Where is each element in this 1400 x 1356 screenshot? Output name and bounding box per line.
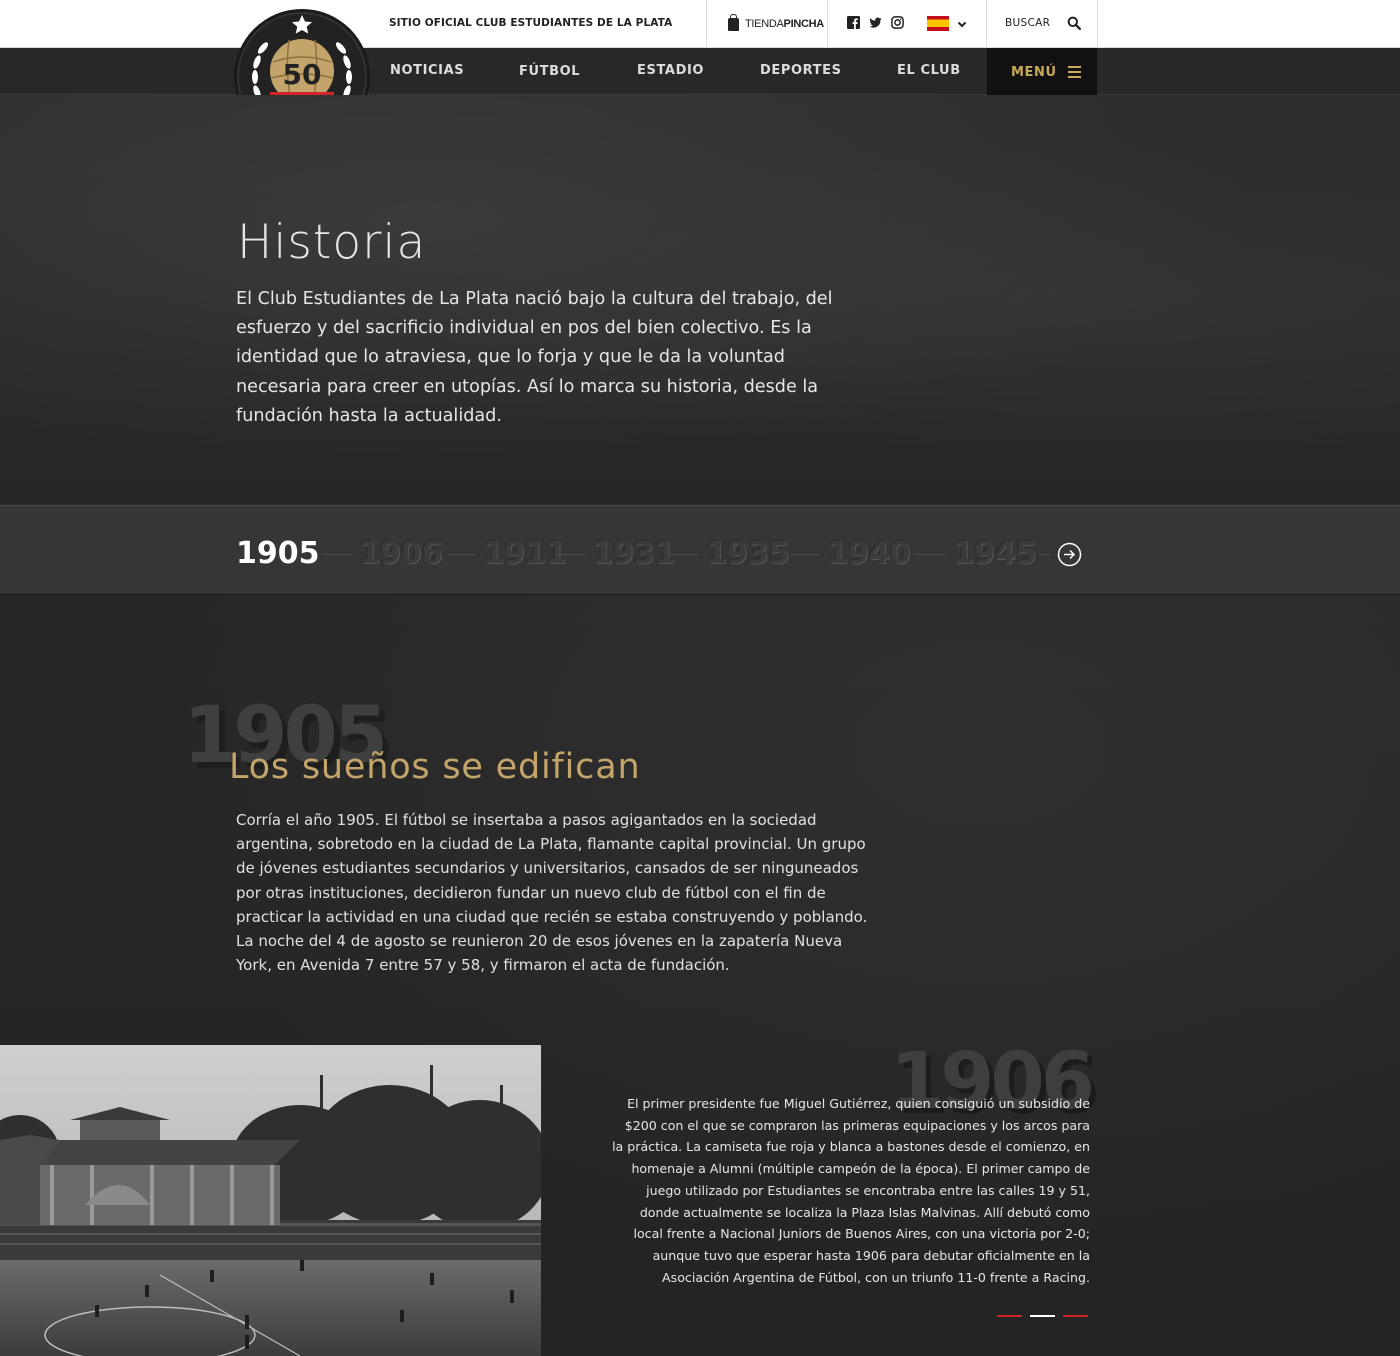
hero-lead: El Club Estudiantes de La Plata nació ba… bbox=[236, 289, 833, 426]
stadium-photo-image bbox=[0, 1045, 541, 1356]
hamburger-icon bbox=[1068, 66, 1081, 78]
divider bbox=[1097, 0, 1098, 48]
timeline-connector bbox=[555, 554, 585, 555]
store-link[interactable]: TIENDAPINCHA bbox=[728, 13, 825, 33]
twitter-icon[interactable] bbox=[869, 16, 882, 29]
divider bbox=[706, 0, 707, 48]
top-bar: SITIO OFICIAL CLUB ESTUDIANTES DE LA PLA… bbox=[0, 0, 1400, 48]
menu-button[interactable]: MENÚ bbox=[987, 48, 1097, 95]
page-title: Historia bbox=[237, 215, 427, 270]
logo-number: 50 bbox=[283, 58, 322, 91]
slider-dot[interactable] bbox=[997, 1315, 1022, 1317]
nav-item-estadio[interactable]: ESTADIO bbox=[637, 63, 704, 78]
section-title: Los sueños se edifican bbox=[229, 747, 641, 787]
hero-section: Historia El Club Estudiantes de La Plata… bbox=[0, 95, 1400, 505]
nav-item-el-club[interactable]: EL CLUB bbox=[897, 63, 961, 78]
site-tagline: SITIO OFICIAL CLUB ESTUDIANTES DE LA PLA… bbox=[389, 17, 673, 29]
search-label[interactable]: BUSCAR bbox=[1005, 17, 1050, 29]
main-nav: NOTICIAS FÚTBOL ESTADIO DEPORTES EL CLUB… bbox=[0, 48, 1400, 95]
nav-item-noticias[interactable]: NOTICIAS bbox=[390, 63, 464, 78]
slider-pagination bbox=[997, 1315, 1088, 1317]
arrow-right-circle-icon[interactable] bbox=[1057, 542, 1082, 567]
timeline-year-1945[interactable]: 1945 bbox=[953, 536, 1037, 571]
shopping-bag-icon bbox=[728, 13, 739, 31]
spain-flag-icon bbox=[927, 16, 949, 31]
nav-item-futbol[interactable]: FÚTBOL bbox=[519, 64, 580, 79]
year-timeline: 1905 1906 1911 1931 1935 1940 1945 bbox=[0, 505, 1400, 595]
divider bbox=[986, 0, 987, 48]
slider-dot-active[interactable] bbox=[1030, 1315, 1055, 1317]
timeline-connector bbox=[448, 554, 476, 555]
timeline-connector bbox=[915, 554, 946, 555]
social-links bbox=[847, 16, 904, 29]
menu-label: MENÚ bbox=[1011, 65, 1057, 80]
historic-stadium-photo bbox=[0, 1045, 541, 1356]
store-label-light: TIENDA bbox=[745, 18, 784, 30]
timeline-year-1940[interactable]: 1940 bbox=[827, 536, 911, 571]
divider bbox=[827, 0, 828, 48]
timeline-connector bbox=[670, 554, 699, 555]
timeline-connector bbox=[1039, 554, 1051, 555]
timeline-connector bbox=[322, 554, 352, 555]
timeline-year-1905[interactable]: 1905 bbox=[236, 536, 320, 571]
store-label-bold: PINCHA bbox=[783, 18, 825, 30]
facebook-icon[interactable] bbox=[847, 16, 860, 29]
chevron-down-icon bbox=[957, 21, 967, 27]
timeline-year-1935[interactable]: 1935 bbox=[706, 536, 790, 571]
section-side-text: El primer presidente fue Miguel Gutiérre… bbox=[612, 1096, 1090, 1285]
nav-item-deportes[interactable]: DEPORTES bbox=[760, 63, 842, 78]
language-selector[interactable] bbox=[927, 16, 967, 31]
section-body: Corría el año 1905. El fútbol se inserta… bbox=[236, 811, 868, 975]
timeline-year-1906[interactable]: 1906 bbox=[359, 536, 443, 571]
timeline-connector bbox=[790, 554, 820, 555]
search-icon[interactable] bbox=[1067, 16, 1081, 30]
timeline-year-1911[interactable]: 1911 bbox=[483, 536, 567, 571]
slider-dot[interactable] bbox=[1063, 1315, 1088, 1317]
instagram-icon[interactable] bbox=[891, 16, 904, 29]
timeline-year-1931[interactable]: 1931 bbox=[592, 536, 676, 571]
